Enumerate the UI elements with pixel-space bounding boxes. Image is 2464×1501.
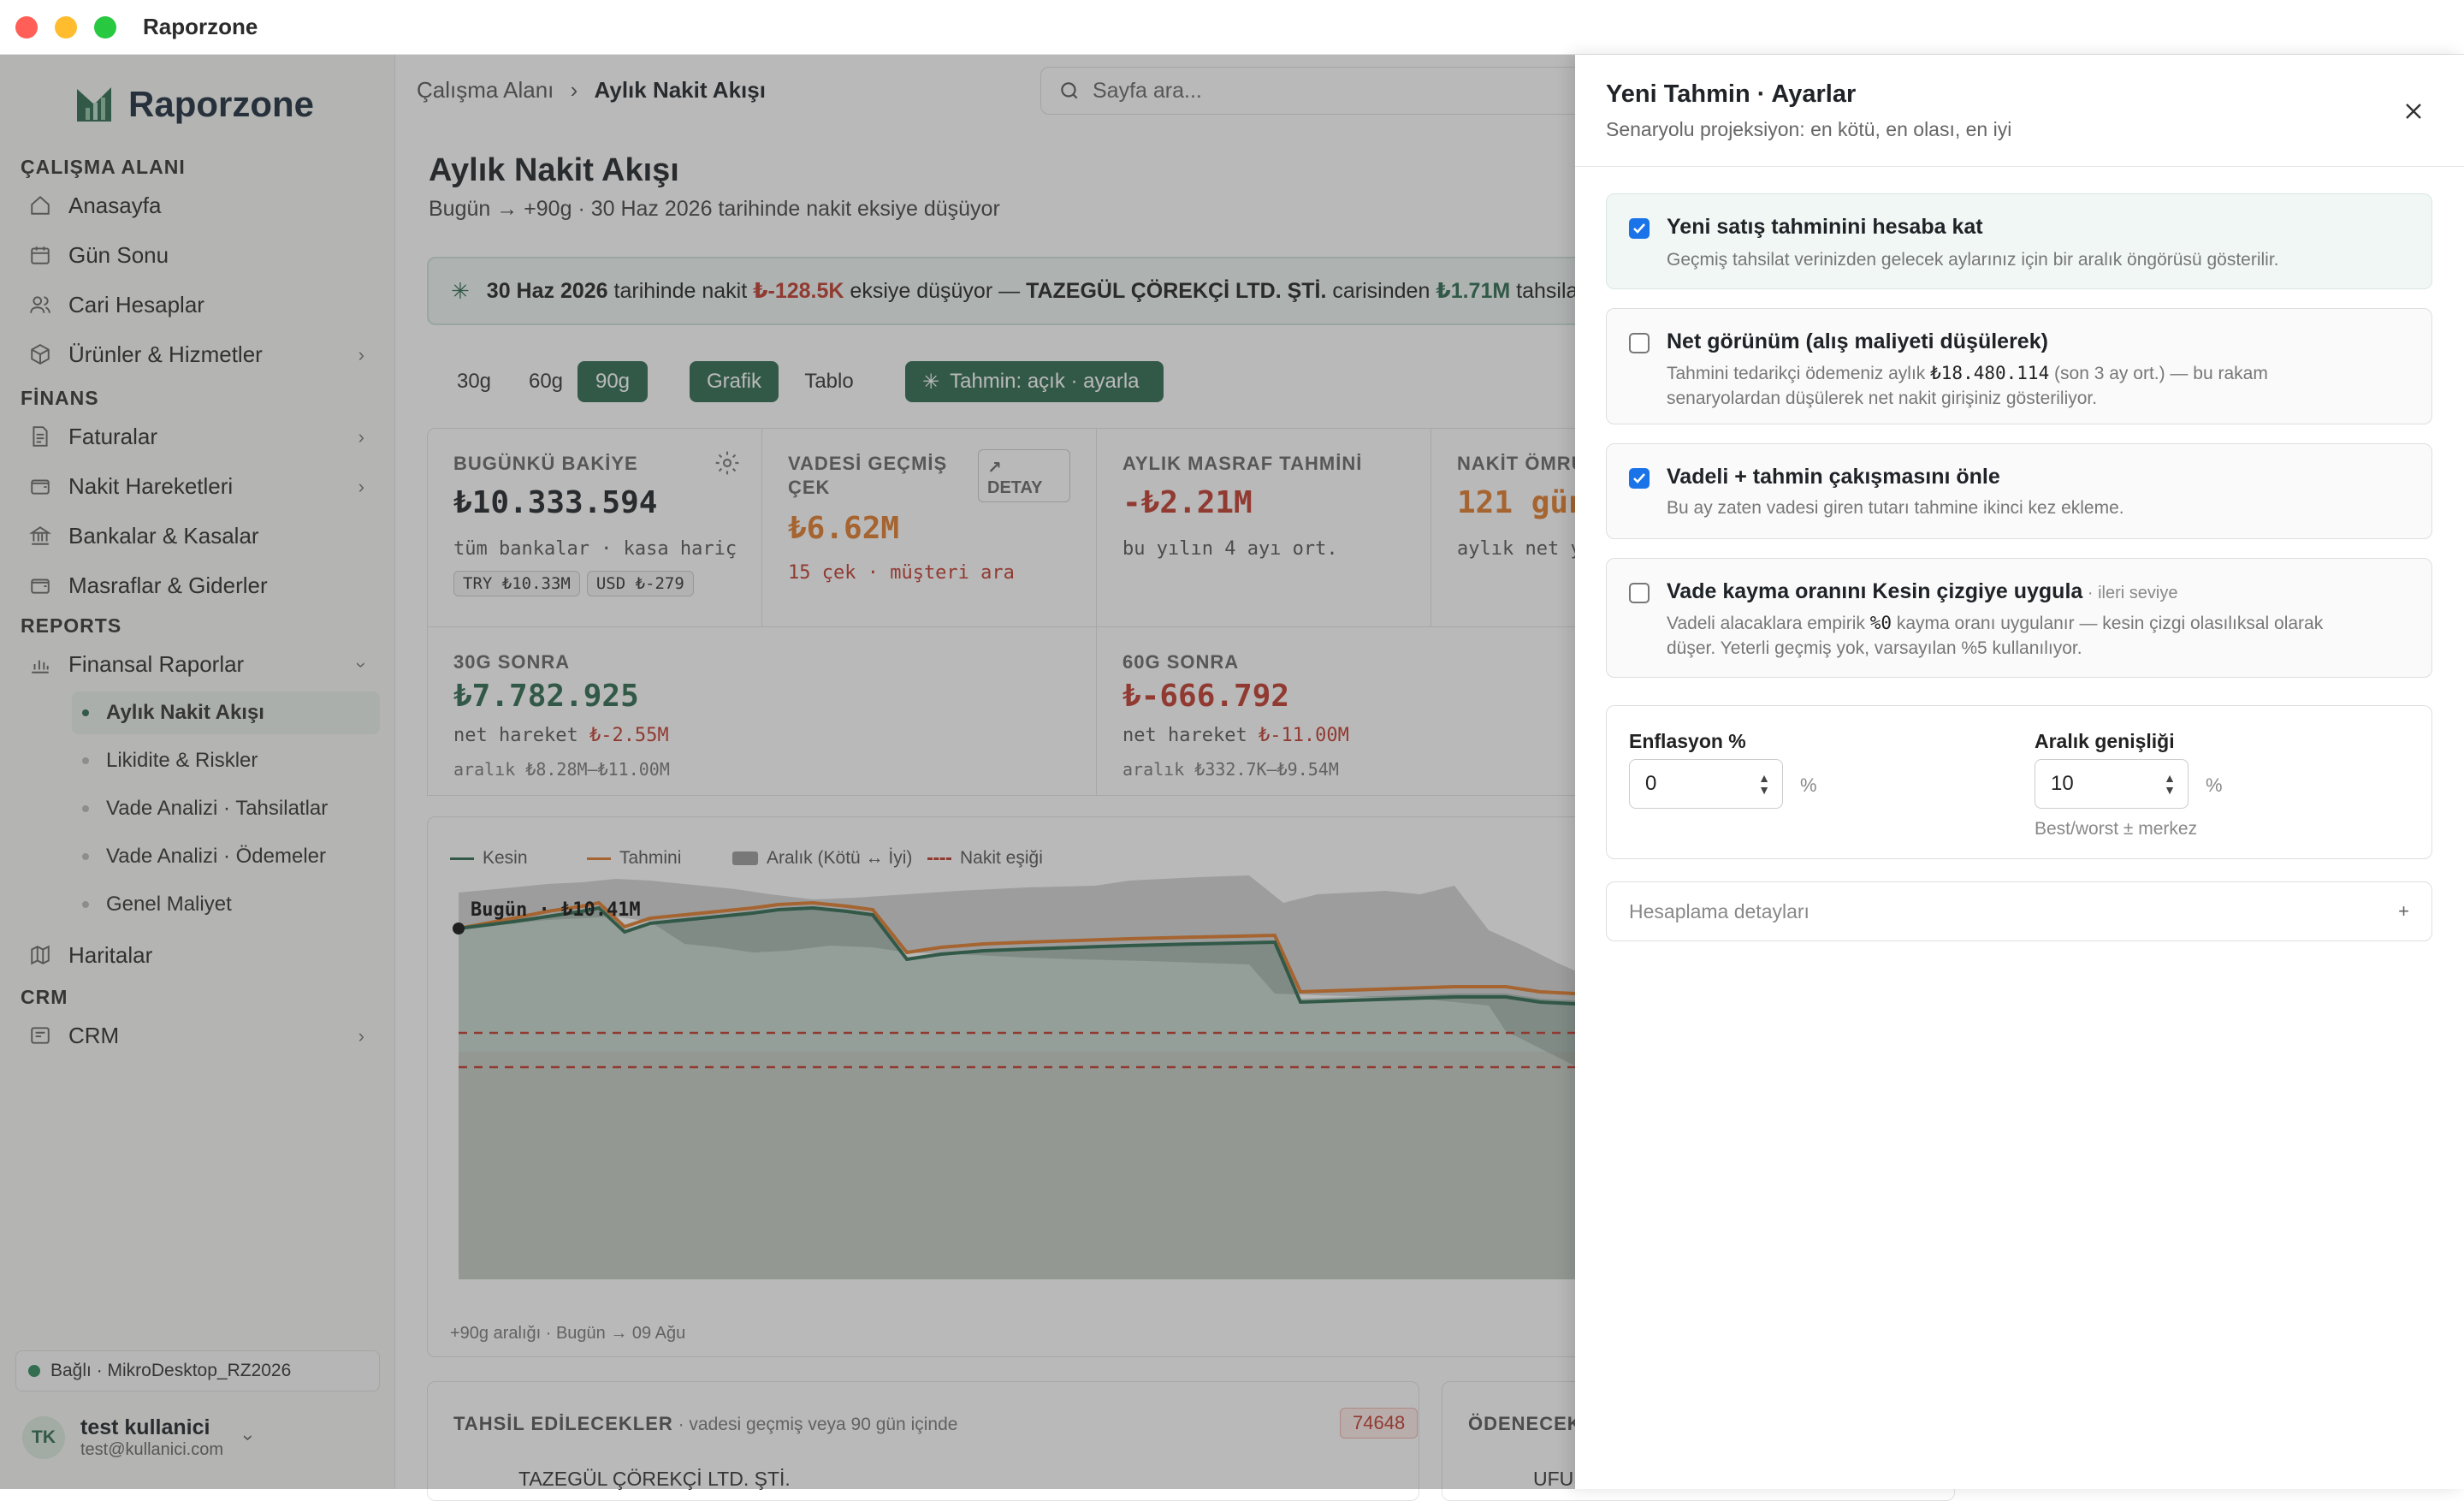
accordion-label: Hesaplama detayları bbox=[1629, 899, 1810, 923]
option-pct: %0 bbox=[1869, 613, 1892, 633]
option-title: Vade kayma oranını Kesin çizgiye uygula bbox=[1667, 579, 2083, 603]
panel-subtitle: Senaryolu projeksiyon: en kötü, en olası… bbox=[1606, 118, 2012, 140]
avoid-overlap-checkbox[interactable] bbox=[1629, 468, 1650, 489]
zoom-window-button[interactable] bbox=[94, 16, 116, 39]
option-avoid-overlap[interactable]: Vadeli + tahmin çakışmasını önle Bu ay z… bbox=[1606, 443, 2432, 539]
range-width-value: 10 bbox=[2051, 772, 2074, 795]
window-titlebar: Raporzone bbox=[0, 0, 2464, 55]
minimize-window-button[interactable] bbox=[55, 16, 77, 39]
numeric-settings: Enflasyon % 0 ▲ ▼ % Aralık genişliği 10 ▲… bbox=[1606, 705, 2432, 859]
stepper-icon[interactable]: ▲ ▼ bbox=[2164, 772, 2176, 796]
inflation-input[interactable]: 0 ▲ ▼ bbox=[1629, 759, 1783, 809]
option-title: Vadeli + tahmin çakışmasını önle bbox=[1667, 465, 2000, 489]
option-desc: Geçmiş tahsilat verinizden gelecek aylar… bbox=[1667, 250, 2279, 270]
inflation-value: 0 bbox=[1645, 772, 1657, 795]
range-width-unit: % bbox=[2206, 774, 2223, 796]
close-window-button[interactable] bbox=[15, 16, 38, 39]
modal-overlay[interactable] bbox=[0, 55, 1575, 1489]
slip-rate-checkbox[interactable] bbox=[1629, 583, 1650, 603]
calc-details-accordion[interactable]: Hesaplama detayları + bbox=[1606, 881, 2432, 941]
option-desc: Tahmini tedarikçi ödemeniz aylık bbox=[1667, 364, 1931, 383]
option-sales-forecast[interactable]: Yeni satış tahminini hesaba kat Geçmiş t… bbox=[1606, 193, 2432, 289]
option-desc: Bu ay zaten vadesi giren tutarı tahmine … bbox=[1667, 498, 2124, 518]
range-width-label: Aralık genişliği bbox=[2035, 730, 2175, 752]
forecast-settings-panel: Yeni Tahmin · Ayarlar Senaryolu projeksi… bbox=[1575, 55, 2464, 1489]
option-slip-rate[interactable]: Vade kayma oranını Kesin çizgiye uygula … bbox=[1606, 558, 2432, 678]
stepper-icon[interactable]: ▲ ▼ bbox=[1758, 772, 1770, 796]
check-icon bbox=[1633, 223, 1645, 234]
option-net-view[interactable]: Net görünüm (alış maliyeti düşülerek) Ta… bbox=[1606, 308, 2432, 424]
range-width-input[interactable]: 10 ▲ ▼ bbox=[2035, 759, 2189, 809]
option-title: Yeni satış tahminini hesaba kat bbox=[1667, 215, 1983, 239]
option-desc: senaryolardan düşülerek net nakit girişi… bbox=[1667, 389, 2098, 408]
plus-icon: + bbox=[2398, 900, 2409, 922]
check-icon bbox=[1633, 473, 1645, 484]
range-width-hint: Best/worst ± merkez bbox=[2035, 819, 2198, 839]
option-desc: (son 3 ay ort.) — bu rakam bbox=[2049, 364, 2268, 383]
inflation-unit: % bbox=[1800, 774, 1817, 796]
option-tag: · ileri seviye bbox=[2082, 584, 2178, 602]
option-amount: ₺18.480.114 bbox=[1930, 363, 2050, 383]
window-title: Raporzone bbox=[143, 14, 258, 39]
panel-divider bbox=[1575, 166, 2464, 167]
inflation-label: Enflasyon % bbox=[1629, 730, 1746, 752]
close-panel-button[interactable] bbox=[2396, 94, 2431, 128]
option-desc: düşer. Yeterli geçmiş yok, varsayılan %5… bbox=[1667, 638, 2082, 658]
sales-forecast-checkbox[interactable] bbox=[1629, 218, 1650, 239]
panel-title: Yeni Tahmin · Ayarlar bbox=[1606, 80, 1857, 108]
option-desc: Vadeli alacaklara empirik bbox=[1667, 614, 1870, 633]
close-icon bbox=[2406, 104, 2421, 119]
net-view-checkbox[interactable] bbox=[1629, 333, 1650, 353]
option-title: Net görünüm (alış maliyeti düşülerek) bbox=[1667, 329, 2048, 353]
option-desc: kayma oranı uygulanır — kesin çizgi olas… bbox=[1892, 614, 2324, 633]
